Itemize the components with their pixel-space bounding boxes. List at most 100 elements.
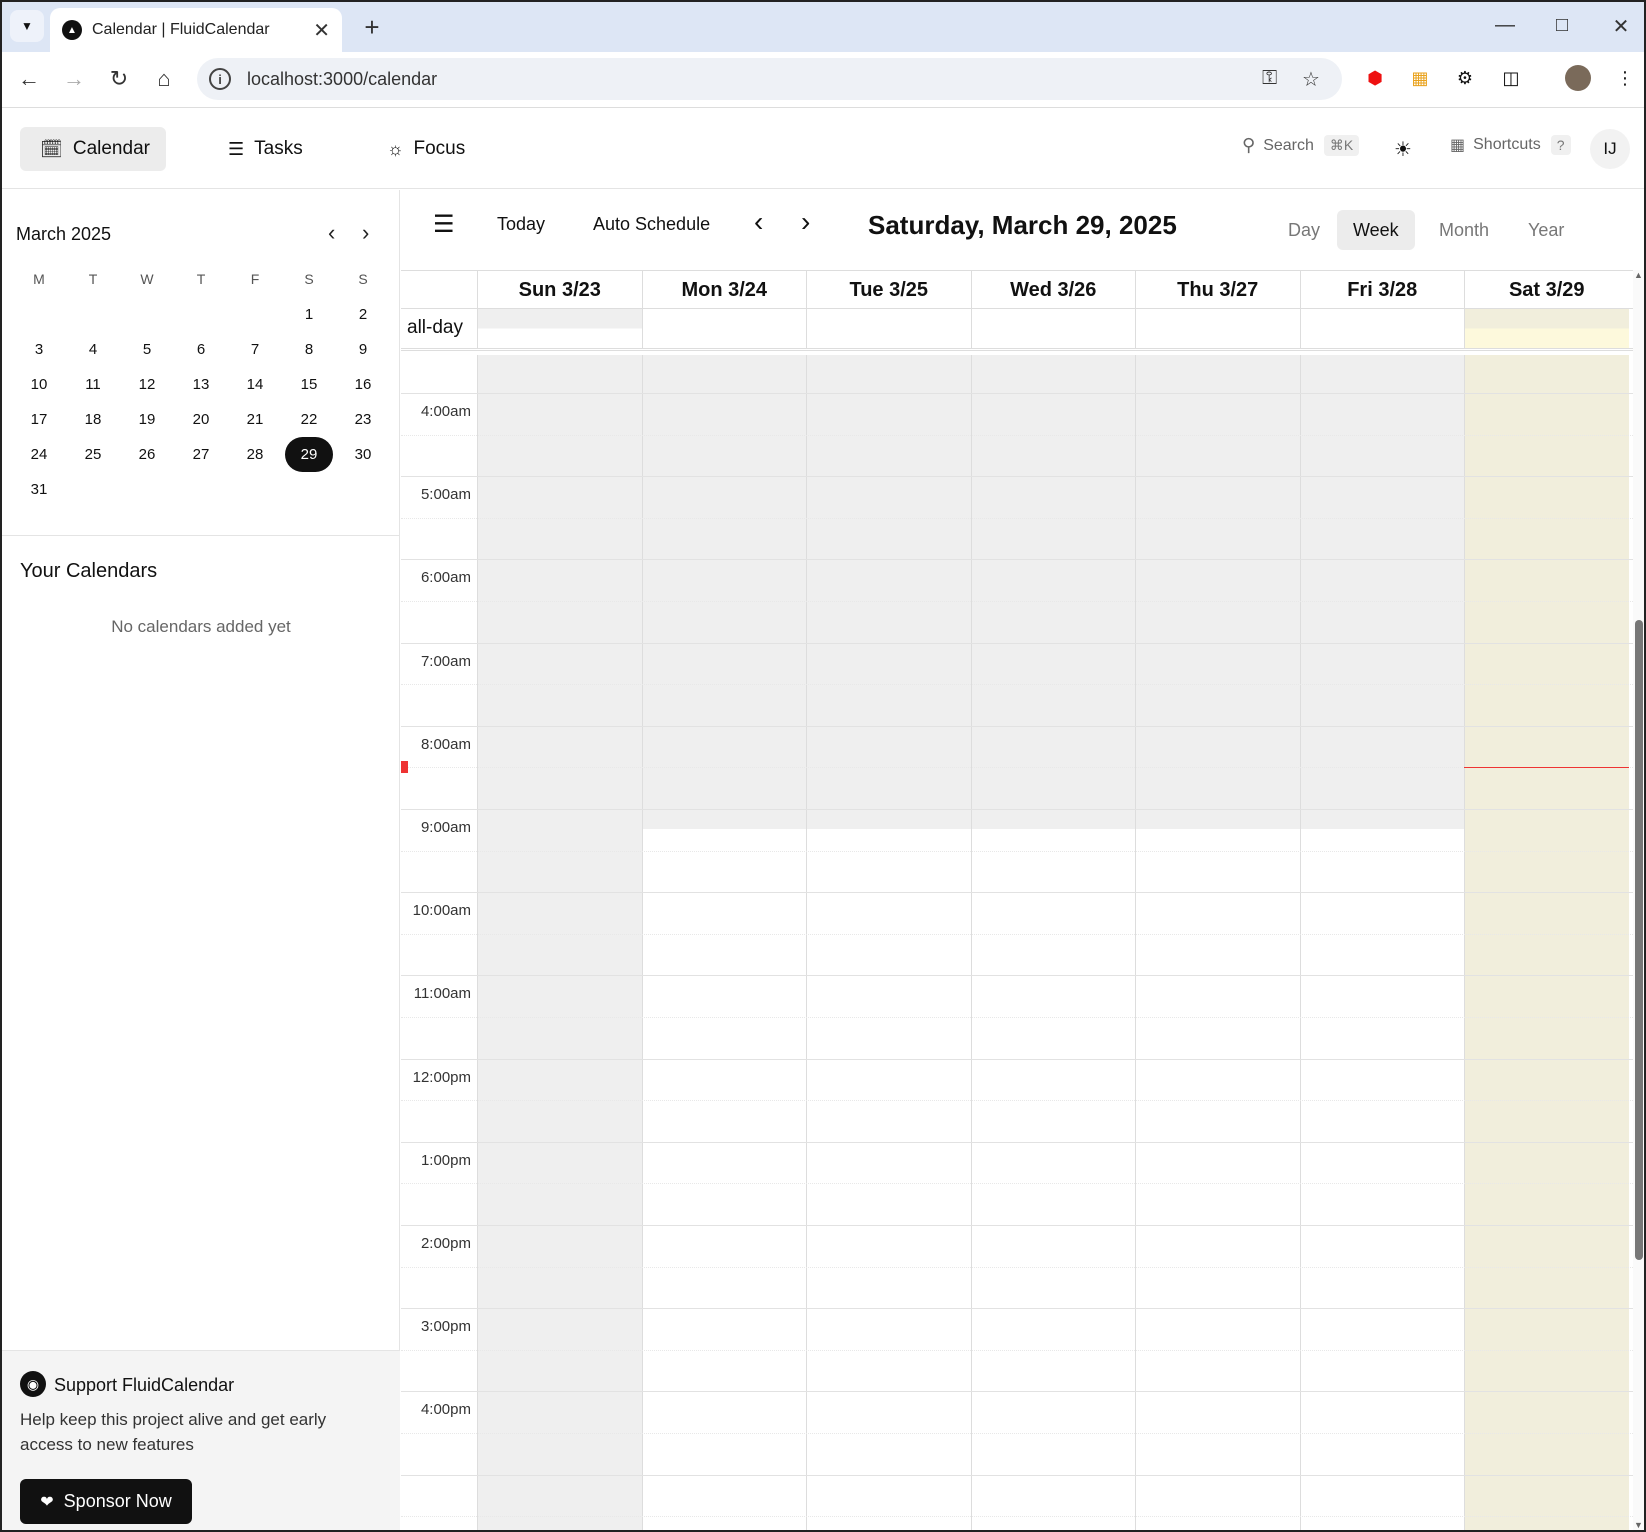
auto-schedule-button[interactable]: Auto Schedule — [593, 214, 710, 235]
day-column[interactable] — [970, 355, 1135, 1530]
today-button[interactable]: Today — [497, 214, 545, 235]
view-week[interactable]: Week — [1337, 210, 1415, 250]
new-tab-icon[interactable]: + — [358, 12, 386, 43]
mini-day-21[interactable]: 21 — [228, 402, 282, 437]
forward-icon[interactable]: → — [57, 62, 91, 96]
site-info-icon[interactable]: i — [209, 68, 231, 90]
browser-tab[interactable]: ▲ Calendar | FluidCalendar ✕ — [50, 8, 342, 52]
all-day-cell[interactable] — [641, 309, 807, 348]
home-icon[interactable]: ⌂ — [147, 62, 181, 96]
view-year[interactable]: Year — [1512, 210, 1580, 250]
mini-day-24[interactable]: 24 — [12, 437, 66, 472]
day-column[interactable] — [477, 355, 642, 1530]
mini-day-31[interactable]: 31 — [12, 472, 66, 507]
time-label: 6:00am — [420, 569, 471, 587]
mini-day-14[interactable]: 14 — [228, 367, 282, 402]
scroll-down-arrow-icon[interactable]: ▼ — [1634, 1520, 1643, 1530]
color-picker-extension-icon[interactable]: ▦ — [1407, 65, 1433, 91]
mini-day-23[interactable]: 23 — [336, 402, 390, 437]
user-avatar[interactable]: IJ — [1590, 129, 1630, 169]
tab-search-button[interactable]: ▼ — [10, 10, 44, 42]
close-window-icon[interactable]: ✕ — [1606, 14, 1636, 39]
mini-day-8[interactable]: 8 — [282, 332, 336, 367]
bookmark-star-icon[interactable]: ☆ — [1302, 67, 1320, 92]
day-column[interactable] — [1299, 355, 1464, 1530]
mini-day-26[interactable]: 26 — [120, 437, 174, 472]
nav-tasks[interactable]: ☰ Tasks — [208, 127, 323, 171]
day-header-5[interactable]: Thu 3/27 — [1135, 271, 1300, 308]
day-column[interactable] — [806, 355, 971, 1530]
hamburger-menu-icon[interactable]: ☰ — [433, 210, 455, 239]
password-key-icon[interactable]: ⚿ — [1262, 67, 1277, 90]
sponsor-button[interactable]: ❤ Sponsor Now — [20, 1479, 192, 1524]
menu-kebab-icon[interactable]: ⋮ — [1612, 65, 1638, 91]
mini-day-3[interactable]: 3 — [12, 332, 66, 367]
day-header-2[interactable]: Mon 3/24 — [641, 271, 807, 308]
mini-day-4[interactable]: 4 — [66, 332, 120, 367]
scrollbar-thumb[interactable] — [1635, 620, 1643, 1260]
adblock-extension-icon[interactable]: ⬢ — [1362, 65, 1388, 91]
day-header-7[interactable]: Sat 3/29 — [1464, 271, 1629, 308]
next-week-icon[interactable]: › — [801, 206, 810, 238]
profile-avatar-icon[interactable] — [1565, 65, 1591, 91]
all-day-cell[interactable] — [1299, 309, 1465, 348]
mini-day-20[interactable]: 20 — [174, 402, 228, 437]
view-day[interactable]: Day — [1272, 210, 1336, 250]
mini-day-17[interactable]: 17 — [12, 402, 66, 437]
day-column[interactable] — [1464, 355, 1629, 1530]
shortcuts-button[interactable]: ▦ Shortcuts ? — [1450, 135, 1571, 155]
mini-day-18[interactable]: 18 — [66, 402, 120, 437]
mini-day-1[interactable]: 1 — [282, 297, 336, 332]
mini-prev-month-icon[interactable]: ‹ — [328, 220, 335, 246]
mini-day-12[interactable]: 12 — [120, 367, 174, 402]
search-button[interactable]: ⚲ Search ⌘K — [1242, 135, 1360, 156]
maximize-icon[interactable]: □ — [1547, 14, 1577, 37]
mini-day-25[interactable]: 25 — [66, 437, 120, 472]
reload-icon[interactable]: ↻ — [102, 62, 136, 96]
calendar-icon: 🗓 — [40, 138, 63, 159]
address-bar[interactable]: i localhost:3000/calendar ⚿ ☆ — [197, 58, 1342, 100]
extensions-puzzle-icon[interactable]: ◫ — [1498, 65, 1524, 91]
mini-day-2[interactable]: 2 — [336, 297, 390, 332]
prev-week-icon[interactable]: ‹ — [754, 206, 763, 238]
mini-day-13[interactable]: 13 — [174, 367, 228, 402]
hour-line — [401, 1308, 1633, 1310]
mini-day-5[interactable]: 5 — [120, 332, 174, 367]
view-month[interactable]: Month — [1423, 210, 1505, 250]
all-day-cell[interactable] — [806, 309, 971, 348]
mini-day-30[interactable]: 30 — [336, 437, 390, 472]
mini-day-11[interactable]: 11 — [66, 367, 120, 402]
scroll-up-arrow-icon[interactable]: ▲ — [1634, 270, 1643, 280]
mini-next-month-icon[interactable]: › — [362, 220, 369, 246]
mini-day-6[interactable]: 6 — [174, 332, 228, 367]
mini-day-9[interactable]: 9 — [336, 332, 390, 367]
mini-day-28[interactable]: 28 — [228, 437, 282, 472]
url-text[interactable]: localhost:3000/calendar — [247, 69, 437, 90]
mini-day-22[interactable]: 22 — [282, 402, 336, 437]
gear-extension-icon[interactable]: ⚙ — [1452, 65, 1478, 91]
day-header-4[interactable]: Wed 3/26 — [970, 271, 1136, 308]
all-day-cell[interactable] — [1135, 309, 1300, 348]
mini-day-7[interactable]: 7 — [228, 332, 282, 367]
nav-calendar[interactable]: 🗓 Calendar — [20, 127, 166, 171]
day-header-3[interactable]: Tue 3/25 — [806, 271, 971, 308]
mini-day-29[interactable]: 29 — [285, 437, 333, 472]
day-header-1[interactable]: Sun 3/23 — [477, 271, 642, 308]
minimize-icon[interactable]: — — [1490, 14, 1520, 37]
close-tab-icon[interactable]: ✕ — [313, 18, 330, 43]
mini-day-16[interactable]: 16 — [336, 367, 390, 402]
mini-day-10[interactable]: 10 — [12, 367, 66, 402]
mini-day-19[interactable]: 19 — [120, 402, 174, 437]
mini-day-15[interactable]: 15 — [282, 367, 336, 402]
day-column[interactable] — [1135, 355, 1300, 1530]
nav-focus[interactable]: ☼ Focus — [367, 127, 485, 171]
mini-day-27[interactable]: 27 — [174, 437, 228, 472]
back-icon[interactable]: ← — [12, 62, 46, 96]
all-day-cell[interactable] — [970, 309, 1136, 348]
all-day-cell[interactable] — [477, 309, 642, 348]
scrollbar[interactable]: ▲ ▼ — [1633, 270, 1644, 1530]
all-day-cell[interactable] — [1464, 309, 1629, 348]
theme-toggle-sun-icon[interactable]: ☀ — [1394, 137, 1412, 162]
day-header-6[interactable]: Fri 3/28 — [1299, 271, 1465, 308]
day-column[interactable] — [641, 355, 806, 1530]
